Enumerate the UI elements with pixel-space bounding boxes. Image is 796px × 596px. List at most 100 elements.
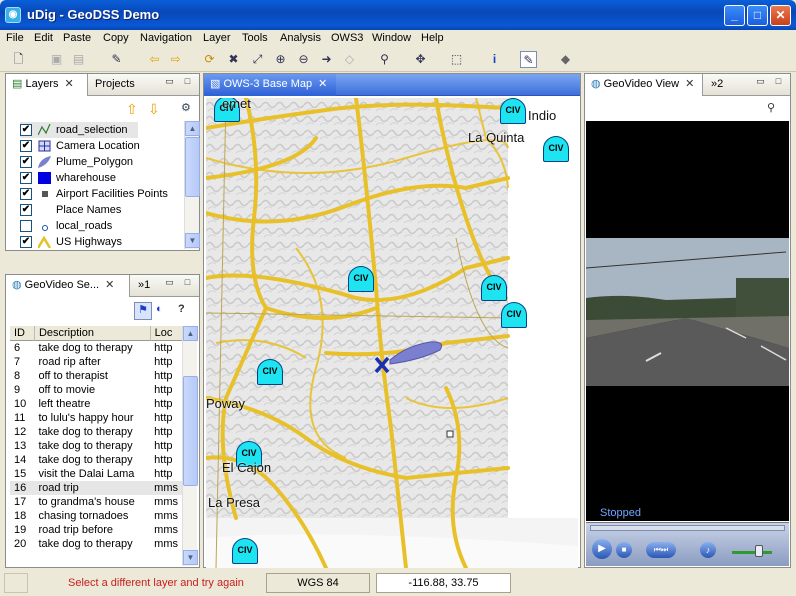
layer-checkbox[interactable]: ✔	[20, 140, 32, 152]
table-row[interactable]: 14 take dog to therapy http	[10, 453, 182, 467]
menu-copy[interactable]: Copy	[103, 32, 129, 44]
edit-tool-icon[interactable]: ✎	[520, 51, 537, 68]
menu-navigation[interactable]: Navigation	[140, 32, 192, 44]
tab-base-map[interactable]: ▧ OWS-3 Base Map ✕	[204, 74, 336, 96]
minimize-icon[interactable]: ▭	[164, 77, 175, 88]
civ-marker[interactable]: CIV	[232, 538, 258, 564]
layers-scrollbar[interactable]: ▲ ▼	[184, 121, 200, 249]
save-all-icon[interactable]: ▤	[70, 51, 87, 68]
search-icon[interactable]: ⚲	[767, 101, 775, 114]
table-row[interactable]: 13 take dog to therapy http	[10, 439, 182, 453]
menu-help[interactable]: Help	[421, 32, 444, 44]
audio-icon[interactable]: ◐	[156, 303, 163, 315]
magnifier-icon[interactable]: ⚲	[376, 51, 393, 68]
minimize-button[interactable]: _	[724, 5, 745, 26]
new-icon[interactable]: 🗋	[10, 51, 27, 68]
coordinate-readout[interactable]: -116.88, 33.75	[376, 573, 511, 593]
table-row[interactable]: 11 to lulu's happy hour http	[10, 411, 182, 425]
next-icon[interactable]: ➜	[318, 51, 335, 68]
close-icon[interactable]: ✕	[65, 78, 74, 90]
tab-projects[interactable]: Projects	[89, 74, 141, 96]
tab-overflow[interactable]: »2	[705, 74, 729, 96]
layer-properties-icon[interactable]: ⚙	[181, 101, 191, 114]
close-icon[interactable]: ✕	[105, 279, 114, 291]
table-row[interactable]: 18 chasing tornadoes mms	[10, 509, 182, 523]
info-icon[interactable]: i	[486, 51, 503, 68]
minimize-icon[interactable]: ▭	[164, 278, 175, 289]
video-player[interactable]: Stopped	[586, 121, 789, 521]
table-row[interactable]: 10 left theatre http	[10, 397, 182, 411]
table-row[interactable]: 17 to grandma's house mms	[10, 495, 182, 509]
maximize-icon[interactable]: □	[182, 278, 193, 289]
close-icon[interactable]: ✕	[318, 78, 327, 90]
table-row[interactable]: 15 visit the Dalai Lama http	[10, 467, 182, 481]
maximize-button[interactable]: □	[747, 5, 768, 26]
scroll-down-icon[interactable]: ▼	[183, 550, 198, 565]
civ-marker[interactable]: CIV	[481, 275, 507, 301]
volume-handle[interactable]	[755, 545, 763, 557]
civ-marker[interactable]: CIV	[348, 266, 374, 292]
maximize-icon[interactable]: □	[773, 77, 784, 88]
pin-icon[interactable]: ⚑	[134, 302, 152, 320]
menu-layer[interactable]: Layer	[203, 32, 231, 44]
minimize-icon[interactable]: ▭	[755, 77, 766, 88]
table-row[interactable]: 7 road rip after http	[10, 355, 182, 369]
tab-overflow[interactable]: »1	[132, 275, 156, 297]
menu-analysis[interactable]: Analysis	[280, 32, 321, 44]
skip-icon[interactable]: ⏮⏭	[646, 542, 676, 558]
civ-marker[interactable]: CIV	[501, 302, 527, 328]
close-icon[interactable]: ✕	[685, 78, 694, 90]
menu-ows3[interactable]: OWS3	[331, 32, 363, 44]
layer-checkbox[interactable]: ✔	[20, 156, 32, 168]
menu-tools[interactable]: Tools	[242, 32, 268, 44]
table-row[interactable]: 8 off to therapist http	[10, 369, 182, 383]
pan-icon[interactable]: ✥	[412, 51, 429, 68]
column-header-location[interactable]: Loc	[150, 326, 182, 341]
save-icon[interactable]: ▣	[48, 51, 65, 68]
menu-window[interactable]: Window	[372, 32, 411, 44]
layer-checkbox[interactable]: ✔	[20, 124, 32, 136]
crs-field[interactable]: WGS 84	[266, 573, 370, 593]
tab-geovideo-search[interactable]: ◍ GeoVideo Se... ✕	[6, 275, 130, 297]
forward-icon[interactable]: ⇨	[167, 51, 184, 68]
civ-marker[interactable]: CIV	[500, 98, 526, 124]
scroll-up-icon[interactable]: ▲	[185, 121, 200, 136]
refresh-icon[interactable]: ⟳	[201, 51, 218, 68]
table-row[interactable]: 19 road trip before mms	[10, 523, 182, 537]
maximize-icon[interactable]: □	[182, 77, 193, 88]
table-row[interactable]: 6 take dog to therapy http	[10, 341, 182, 356]
close-button[interactable]: ✕	[770, 5, 791, 26]
table-row[interactable]: 9 off to movie http	[10, 383, 182, 397]
volume-slider[interactable]	[732, 551, 772, 554]
menu-paste[interactable]: Paste	[63, 32, 91, 44]
zoom-out-icon[interactable]: ⊖	[295, 51, 312, 68]
table-row[interactable]: 20 take dog to therapy mms	[10, 537, 182, 551]
seek-bar[interactable]	[590, 525, 785, 531]
layer-checkbox[interactable]	[20, 220, 32, 232]
layer-tool-icon[interactable]: ◆	[557, 51, 574, 68]
layer-road-selection[interactable]: ✔ road_selection	[20, 122, 138, 138]
menu-file[interactable]: File	[6, 32, 24, 44]
properties-icon[interactable]: ✎	[108, 51, 125, 68]
civ-marker[interactable]: CIV	[257, 359, 283, 385]
column-header-description[interactable]: Description	[34, 326, 151, 341]
help-icon[interactable]: ?	[178, 303, 185, 315]
zoom-extent-icon[interactable]: ⤢	[249, 51, 266, 68]
scroll-down-icon[interactable]: ▼	[185, 233, 200, 248]
layer-checkbox[interactable]: ✔	[20, 236, 32, 248]
stop-icon[interactable]: ✖	[225, 51, 242, 68]
scroll-thumb[interactable]	[183, 376, 198, 486]
scroll-up-icon[interactable]: ▲	[183, 326, 198, 341]
up-arrow-icon[interactable]: ⇧	[126, 101, 138, 118]
back-icon[interactable]: ⇦	[146, 51, 163, 68]
table-row[interactable]: 12 take dog to therapy http	[10, 425, 182, 439]
table-row[interactable]: 16 road trip mms	[10, 481, 182, 495]
play-icon[interactable]: ▶	[592, 539, 612, 559]
stop-icon[interactable]: ■	[616, 542, 632, 558]
tab-layers[interactable]: ▤ Layers ✕	[6, 74, 88, 96]
map-canvas[interactable]: CIV CIV CIV CIV CIV CIV CIV CIV CIV emet…	[206, 98, 578, 568]
results-scrollbar[interactable]: ▲ ▼	[182, 326, 198, 566]
menu-edit[interactable]: Edit	[34, 32, 53, 44]
down-arrow-icon[interactable]: ⇩	[148, 101, 160, 118]
layer-checkbox[interactable]: ✔	[20, 188, 32, 200]
